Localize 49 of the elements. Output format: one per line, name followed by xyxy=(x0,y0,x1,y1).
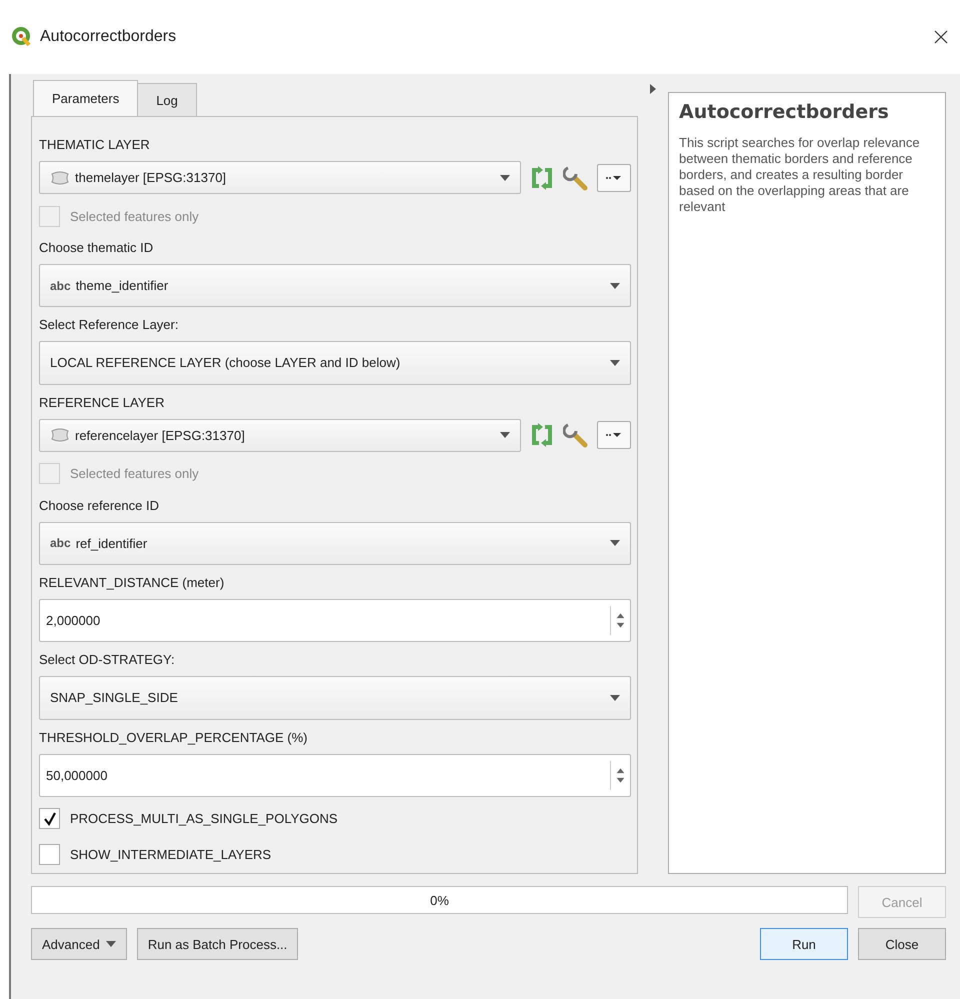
caret-icon xyxy=(610,360,620,366)
option-dropdown[interactable]: SNAP_SINGLE_SIDE xyxy=(39,676,631,720)
field-dropdown[interactable]: abc ref_identifier xyxy=(39,522,631,565)
parameter-label: THEMATIC LAYER xyxy=(39,136,151,154)
close-icon[interactable] xyxy=(934,30,948,44)
menu-button[interactable]: Advanced xyxy=(31,928,127,960)
option-dropdown[interactable]: LOCAL REFERENCE LAYER (choose LAYER and ID below) xyxy=(39,341,631,385)
caret-icon xyxy=(500,174,510,180)
ellipsis-caret-icon xyxy=(606,432,622,438)
number-spinbox[interactable]: 50,000000 xyxy=(39,754,631,797)
caret-icon xyxy=(106,941,116,947)
checkbox-option[interactable]: SHOW_INTERMEDIATE_LAYERS xyxy=(39,836,631,873)
help-text: This script searches for overlap relevance between thematic borders and reference borders, and creates a resulting border based on the overlapping areas that are relevant xyxy=(679,135,921,215)
tab[interactable]: Log xyxy=(137,83,197,116)
help-title: Autocorrectborders xyxy=(679,101,890,123)
app-logo-icon xyxy=(12,27,32,47)
layer-dropdown[interactable]: referencelayer [EPSG:31370] xyxy=(39,418,521,452)
field-type-tag: abc xyxy=(50,536,71,550)
caret-icon xyxy=(610,540,620,546)
progress-bar: 0% xyxy=(31,886,848,914)
layer-dropdown[interactable]: themelayer [EPSG:31370] xyxy=(39,161,521,194)
expand-arrow-icon[interactable] xyxy=(650,84,656,94)
tab[interactable]: Parameters xyxy=(33,80,138,116)
number-spinbox[interactable]: 2,000000 xyxy=(39,598,631,642)
wrench-icon[interactable] xyxy=(563,164,589,190)
caret-icon xyxy=(610,282,620,289)
parameter-label: RELEVANT_DISTANCE (meter) xyxy=(39,574,226,592)
more-options-button[interactable] xyxy=(597,164,631,192)
parameter-label: Select Reference Layer: xyxy=(39,316,180,334)
close-button[interactable]: Close xyxy=(858,928,946,960)
polygon-layer-icon xyxy=(50,170,70,184)
field-dropdown[interactable]: abc theme_identifier xyxy=(39,264,631,308)
parameter-label: THRESHOLD_OVERLAP_PERCENTAGE (%) xyxy=(39,728,308,747)
checkbox-option[interactable]: PROCESS_MULTI_AS_SINGLE_POLYGONS xyxy=(39,800,631,837)
field-type-tag: abc xyxy=(50,278,71,293)
parameter-label: Choose reference ID xyxy=(39,496,160,515)
wrench-icon[interactable] xyxy=(563,422,589,448)
polygon-layer-icon xyxy=(50,428,70,442)
more-options-button[interactable] xyxy=(597,421,631,450)
parameter-label: REFERENCE LAYER xyxy=(39,394,166,412)
run-button[interactable]: Run xyxy=(760,928,848,960)
ellipsis-caret-icon xyxy=(606,174,622,180)
window-title: Autocorrectborders xyxy=(40,28,178,46)
check-icon xyxy=(42,812,56,826)
parameter-label: Select OD-STRATEGY: xyxy=(39,651,176,670)
caret-icon xyxy=(610,694,620,701)
batch-button[interactable]: Run as Batch Process... xyxy=(136,928,298,960)
caret-icon xyxy=(500,432,510,438)
parameter-label: Choose thematic ID xyxy=(39,239,154,257)
